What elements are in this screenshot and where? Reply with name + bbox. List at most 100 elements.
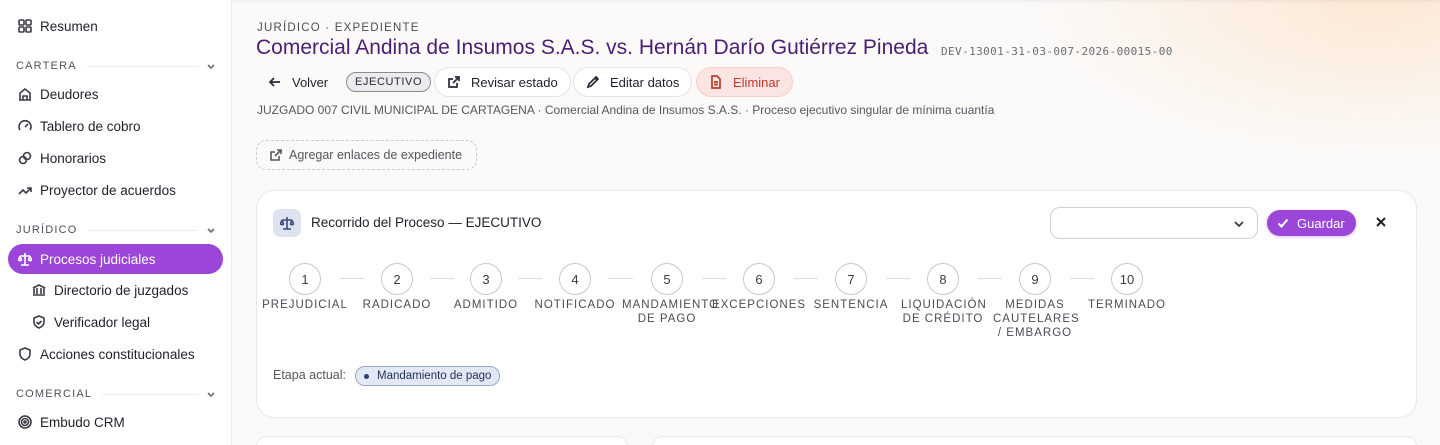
card-title: Recorrido del Proceso — EJECUTIVO: [311, 215, 542, 230]
step-label: MEDIDAS CAUTELARES / EMBARGO: [993, 299, 1080, 339]
document-icon: [711, 75, 721, 89]
breadcrumb: JURÍDICO · EXPEDIENTE: [257, 22, 420, 34]
pencil-icon: [586, 75, 600, 89]
save-label: Guardar: [1297, 215, 1345, 231]
step-label: TERMINADO: [1088, 299, 1166, 311]
step-connector: [886, 278, 910, 279]
step-number: 3: [470, 263, 502, 295]
sidebar-item-resumen[interactable]: Resumen: [8, 11, 223, 41]
section-label: CARTERA: [16, 60, 77, 72]
close-icon: [1376, 217, 1386, 227]
step-connector: [794, 278, 818, 279]
add-links-label: Agregar enlaces de expediente: [289, 148, 463, 162]
lower-card-left: [256, 436, 628, 445]
step-number: 9: [1019, 263, 1051, 295]
section-divider: [86, 65, 198, 67]
sidebar-item-label: Tablero de cobro: [40, 118, 141, 134]
sidebar-item-embudo[interactable]: Embudo CRM: [8, 407, 223, 437]
step-number: 5: [651, 263, 683, 295]
shield-check-icon: [32, 315, 46, 329]
case-number: DEV-13001-31-03-007-2026-00015-00: [941, 45, 1173, 58]
back-label: Volver: [292, 74, 329, 90]
step-label: SENTENCIA: [813, 299, 889, 311]
step-number: 10: [1111, 263, 1143, 295]
sidebar-item-label: Resumen: [40, 18, 98, 34]
sidebar-item-tablero[interactable]: Tablero de cobro: [8, 111, 223, 141]
back-button[interactable]: Volver: [256, 67, 340, 97]
delete-label: Eliminar: [733, 74, 780, 90]
sidebar-item-label: Embudo CRM: [40, 414, 125, 430]
step-connector: [430, 278, 454, 279]
sidebar: Resumen CARTERA Deudores Tablero de cobr…: [0, 0, 232, 445]
main-content: JURÍDICO · EXPEDIENTE Comercial Andina d…: [232, 0, 1440, 445]
sidebar-item-proyector[interactable]: Proyector de acuerdos: [8, 175, 223, 205]
sidebar-item-label: Proyector de acuerdos: [40, 182, 176, 198]
close-button[interactable]: [1374, 215, 1388, 229]
add-links-button[interactable]: Agregar enlaces de expediente: [256, 140, 477, 170]
chevron-down-icon: [206, 225, 216, 235]
check-icon: [1277, 218, 1289, 228]
step-connector: [978, 278, 1002, 279]
page-title: Comercial Andina de Insumos S.A.S. vs. H…: [256, 36, 929, 59]
edit-data-button[interactable]: Editar datos: [573, 67, 693, 97]
section-cartera[interactable]: CARTERA: [16, 59, 216, 73]
current-stage-badge: Mandamiento de pago: [355, 366, 501, 386]
section-divider: [87, 229, 198, 231]
sidebar-item-directorio[interactable]: Directorio de juzgados: [8, 275, 223, 305]
step-label: EXCEPCIONES: [711, 299, 807, 311]
case-meta: JUZGADO 007 CIVIL MUNICIPAL DE CARTAGENA…: [257, 103, 995, 117]
step-connector: [609, 278, 633, 279]
stage-select[interactable]: [1050, 207, 1258, 239]
top-shadow: [232, 0, 1440, 4]
step-number: 2: [381, 263, 413, 295]
scale-icon: [273, 209, 301, 237]
section-divider: [102, 393, 198, 395]
edit-label: Editar datos: [610, 74, 680, 90]
sidebar-item-verificador[interactable]: Verificador legal: [8, 307, 223, 337]
step-label: PREJUDICIAL: [262, 299, 348, 311]
section-label: JURÍDICO: [16, 224, 78, 236]
step-label: MANDAMIENTO DE PAGO: [622, 299, 720, 325]
external-link-icon: [448, 76, 460, 88]
external-link-icon: [270, 149, 282, 161]
delete-button[interactable]: Eliminar: [696, 67, 793, 97]
lower-card-right: [652, 436, 1417, 445]
sidebar-item-procesos[interactable]: Procesos judiciales: [8, 244, 223, 274]
save-button[interactable]: Guardar: [1267, 210, 1356, 236]
section-comercial[interactable]: COMERCIAL: [16, 387, 216, 401]
status-dot: [364, 373, 369, 379]
section-juridico[interactable]: JURÍDICO: [16, 223, 216, 237]
sidebar-item-acciones[interactable]: Acciones constitucionales: [8, 339, 223, 369]
chevron-down-icon: [206, 61, 216, 71]
current-stage-label: Etapa actual:: [273, 368, 346, 382]
step-label: NOTIFICADO: [534, 299, 616, 311]
sidebar-item-honorarios[interactable]: Honorarios: [8, 143, 223, 173]
step-number: 6: [743, 263, 775, 295]
sidebar-item-deudores[interactable]: Deudores: [8, 79, 223, 109]
grid-icon: [18, 19, 32, 33]
background-glow: [1020, 0, 1440, 160]
scale-icon: [18, 252, 32, 266]
review-status-button[interactable]: Revisar estado: [434, 67, 571, 97]
sidebar-item-label: Verificador legal: [54, 314, 151, 330]
step-label: LIQUIDACIÓN DE CRÉDITO: [901, 299, 987, 325]
step-label: RADICADO: [362, 299, 432, 311]
building-icon: [18, 87, 32, 101]
step-connector: [702, 278, 726, 279]
chevron-down-icon: [206, 389, 216, 399]
courthouse-icon: [32, 283, 46, 297]
sidebar-item-label: Deudores: [40, 86, 99, 102]
step-number: 1: [289, 263, 321, 295]
review-label: Revisar estado: [471, 74, 558, 90]
sidebar-item-label: Directorio de juzgados: [54, 282, 189, 298]
step-connector: [1070, 278, 1094, 279]
process-type-badge: EJECUTIVO: [346, 72, 432, 92]
sidebar-item-label: Procesos judiciales: [40, 251, 156, 267]
process-timeline-card: Recorrido del Proceso — EJECUTIVO Guarda…: [256, 190, 1417, 418]
sidebar-item-label: Honorarios: [40, 150, 107, 166]
step-connector: [340, 278, 364, 279]
step-label: ADMITIDO: [453, 299, 519, 311]
step-number: 8: [927, 263, 959, 295]
gauge-icon: [18, 119, 32, 133]
trend-icon: [18, 183, 32, 197]
